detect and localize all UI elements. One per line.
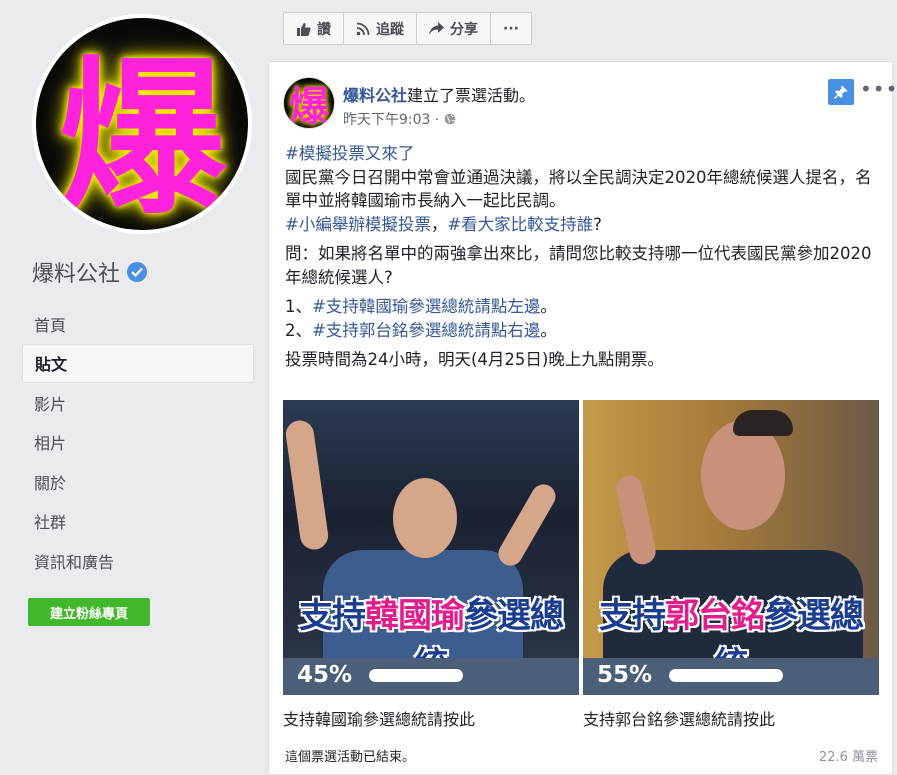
progress-track [669, 669, 783, 682]
rss-icon [356, 22, 370, 35]
page-action-bar: 讚 追蹤 分享 ··· [283, 12, 532, 45]
nav-about[interactable]: 關於 [22, 462, 254, 502]
option-prefix: 1、 [285, 297, 312, 316]
post-author-link[interactable]: 爆料公社 [343, 86, 407, 105]
like-label: 讚 [317, 21, 331, 38]
option-prefix: 2、 [285, 320, 312, 340]
poll-option-left[interactable]: 支持韓國瑜參選總統 45% [283, 400, 579, 695]
vote-percentage: 45% [297, 662, 353, 688]
post-action-text: 建立了票選活動。 [407, 86, 536, 105]
nav-community[interactable]: 社群 [22, 502, 254, 542]
post-paragraph: 國民黨今日召開中常會並通過決議，將以全民調決定2020年總統候選人提名，名單中並… [285, 167, 872, 211]
vote-result-bar: 45% [283, 658, 579, 695]
more-actions-button[interactable]: ··· [491, 13, 531, 44]
post-options-icon[interactable]: ••• [860, 79, 897, 99]
poll-post: 爆 爆料公社建立了票選活動。 昨天下午9:03 · ••• #模擬投票又來了 國… [268, 61, 897, 775]
post-body: #模擬投票又來了 國民黨今日召開中常會並通過決議，將以全民調決定2020年總統候… [285, 142, 881, 378]
share-arrow-icon [429, 22, 444, 35]
option-suffix: 。 [540, 297, 557, 316]
follow-label: 追蹤 [376, 21, 404, 38]
globe-icon [445, 113, 456, 125]
candidate-photo: 支持韓國瑜參選總統 [283, 400, 579, 685]
vote-result-bar: 55% [583, 658, 879, 695]
candidate-photo: 支持郭台銘參選總統 [583, 400, 879, 685]
hashtag-link[interactable]: #小編舉辦模擬投票 [285, 215, 431, 234]
vote-count[interactable]: 22.6 萬票 [819, 746, 878, 765]
post-author-avatar[interactable]: 爆 [283, 77, 335, 129]
avatar-logo: 爆 [58, 40, 226, 231]
follow-button[interactable]: 追蹤 [344, 13, 417, 44]
page-title[interactable]: 爆料公社 [32, 256, 148, 288]
hashtag-link[interactable]: #支持韓國瑜參選總統請點左邊 [312, 297, 540, 316]
hashtag-link[interactable]: #模擬投票又來了 [285, 144, 414, 163]
page-nav: 首頁 貼文 影片 相片 關於 社群 資訊和廣告 [22, 304, 254, 581]
question-mark: ? [593, 214, 602, 234]
nav-videos[interactable]: 影片 [22, 383, 254, 423]
nav-info-ads[interactable]: 資訊和廣告 [22, 541, 254, 581]
post-timestamp[interactable]: 昨天下午9:03 · [343, 109, 456, 129]
post-header: 爆料公社建立了票選活動。 [343, 82, 535, 106]
nav-home[interactable]: 首頁 [22, 304, 254, 344]
share-label: 分享 [450, 21, 478, 38]
verified-badge-icon [127, 262, 148, 282]
hashtag-link[interactable]: #支持郭台銘參選總統請點右邊 [312, 321, 540, 340]
post-time-text: 昨天下午9:03 · [343, 112, 440, 128]
poll-question: 問：如果將名單中的兩強拿出來比，請問您比較支持哪一位代表國民黨參加2020年總統… [285, 244, 872, 287]
nav-photos[interactable]: 相片 [22, 423, 254, 463]
comma-text: ， [430, 214, 448, 234]
poll-option-label[interactable]: 支持韓國瑜參選總統請按此 [283, 706, 475, 730]
poll-option-right[interactable]: 支持郭台銘參選總統 55% [583, 400, 879, 695]
progress-track [369, 669, 463, 682]
pin-icon[interactable] [828, 79, 854, 105]
option-suffix: 。 [540, 320, 557, 340]
page-name-text: 爆料公社 [32, 262, 121, 287]
more-dots-icon: ··· [503, 20, 519, 37]
nav-posts[interactable]: 貼文 [22, 343, 254, 383]
page-avatar[interactable]: 爆 [36, 18, 248, 230]
post-avatar-logo: 爆 [289, 84, 329, 129]
share-button[interactable]: 分享 [417, 13, 491, 44]
create-page-button[interactable]: 建立粉絲專頁 [28, 598, 150, 626]
page-sidebar: 爆 爆料公社 首頁 貼文 影片 相片 關於 社群 資訊和廣告 建立粉絲專頁 [0, 0, 268, 775]
thumbs-up-icon [297, 22, 311, 36]
poll-status: 這個票選活動已結束。 [285, 750, 416, 765]
hashtag-link[interactable]: #看大家比較支持誰 [447, 215, 593, 234]
vote-percentage: 55% [597, 662, 653, 688]
like-button[interactable]: 讚 [284, 13, 344, 44]
poll-option-label[interactable]: 支持郭台銘參選總統請按此 [583, 706, 775, 730]
poll-deadline: 投票時間為24小時，明天(4月25日)晚上九點開票。 [285, 350, 664, 369]
